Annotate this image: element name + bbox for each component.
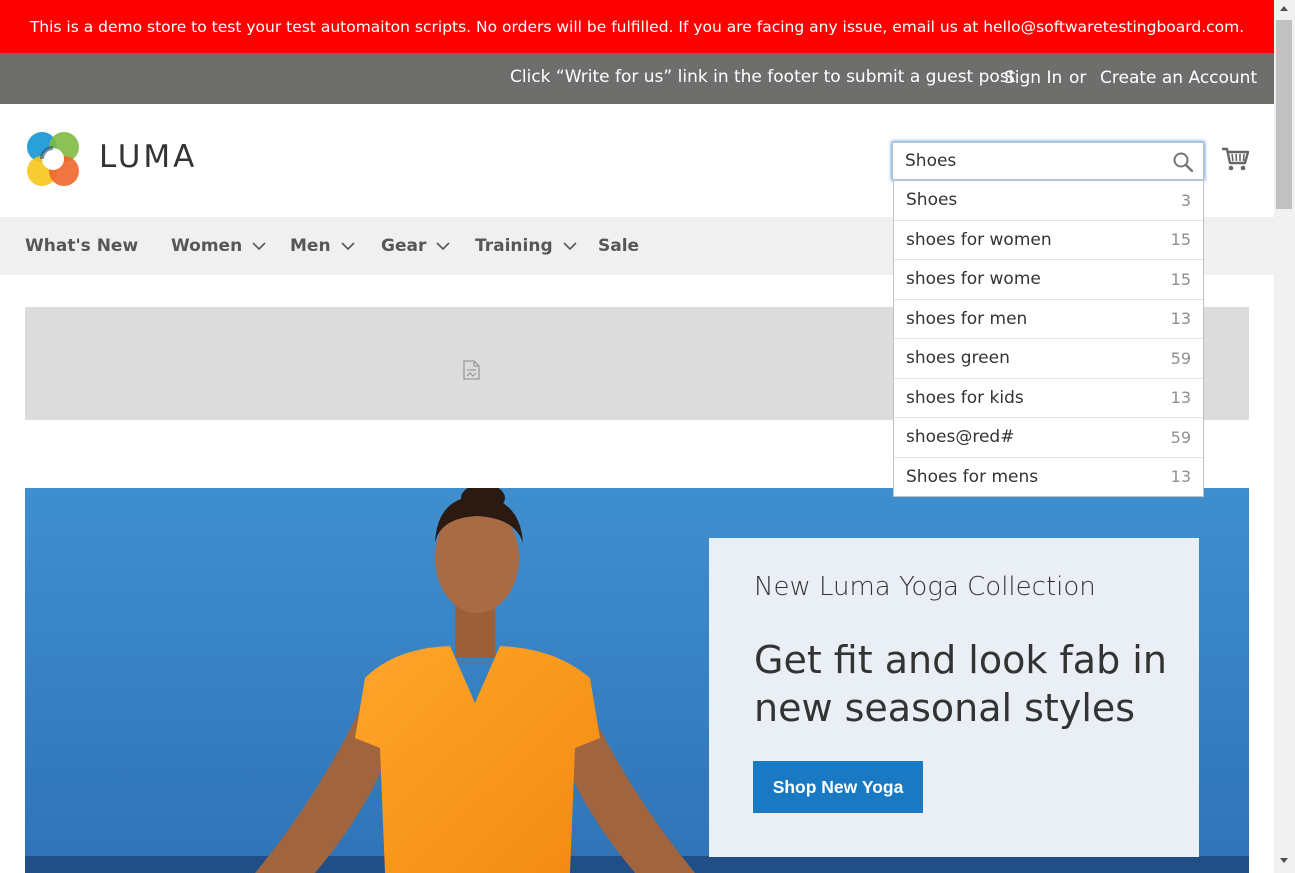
chevron-down-icon [340, 242, 355, 251]
suggestion-count: 15 [1170, 269, 1191, 289]
suggestion-count: 15 [1170, 230, 1191, 250]
suggestion-item[interactable]: Shoes 3 [894, 181, 1203, 221]
suggestion-count: 13 [1170, 388, 1191, 408]
demo-notice-text: This is a demo store to test your test a… [29, 17, 1245, 36]
page-scrollbar[interactable] [1274, 0, 1295, 873]
suggestion-term: shoes for women [906, 229, 1052, 250]
chevron-down-icon [563, 242, 577, 251]
chevron-down-icon [436, 242, 450, 251]
hero-subtitle: New Luma Yoga Collection [754, 572, 1096, 602]
suggestion-count: 13 [1170, 467, 1191, 487]
nav-item-training[interactable]: Training [475, 236, 577, 256]
suggestion-term: Shoes for mens [906, 466, 1039, 487]
suggestion-term: shoes for kids [906, 387, 1024, 408]
nav-item-label: Training [475, 236, 553, 256]
nav-item-label: Women [171, 236, 243, 256]
nav-item-sale[interactable]: Sale [598, 236, 639, 256]
hero-title: Get fit and look fab in new seasonal sty… [754, 638, 1167, 730]
chevron-down-icon [252, 242, 266, 251]
scroll-up-arrow-icon[interactable] [1280, 6, 1288, 11]
suggestion-term: Shoes [906, 190, 958, 211]
broken-image-icon [463, 360, 480, 380]
sign-in-link[interactable]: Sign In [1004, 68, 1062, 88]
create-account-link[interactable]: Create an Account [1100, 68, 1257, 88]
guest-post-message: Click “Write for us” link in the footer … [510, 67, 1016, 87]
search-autocomplete: Shoes 3 shoes for women 15 shoes for wom… [893, 181, 1204, 497]
logo-text: LUMA [99, 139, 198, 175]
suggestion-term: shoes for men [906, 308, 1028, 329]
nav-item-label: What's New [25, 236, 139, 256]
suggestion-term: shoes@red# [906, 427, 1015, 448]
or-text: or [1069, 68, 1087, 88]
hero-banner[interactable]: New Luma Yoga Collection Get fit and loo… [25, 488, 1249, 873]
suggestion-term: shoes for wome [906, 269, 1041, 290]
luma-logo-icon [27, 132, 79, 186]
nav-item-whats-new[interactable]: What's New [25, 236, 138, 256]
nav-item-gear[interactable]: Gear [381, 236, 450, 256]
suggestion-item[interactable]: Shoes for mens 13 [894, 458, 1203, 497]
scroll-down-arrow-icon[interactable] [1280, 858, 1288, 863]
suggestion-item[interactable]: shoes@red# 59 [894, 418, 1203, 458]
suggestion-item[interactable]: shoes green 59 [894, 339, 1203, 379]
nav-item-men[interactable]: Men [290, 236, 355, 256]
nav-item-label: Men [290, 236, 331, 256]
suggestion-item[interactable]: shoes for wome 15 [894, 260, 1203, 300]
suggestion-count: 13 [1170, 309, 1191, 329]
nav-item-women[interactable]: Women [171, 236, 266, 256]
scroll-thumb[interactable] [1276, 20, 1292, 209]
suggestion-term: shoes green [906, 348, 1010, 369]
suggestion-count: 3 [1180, 190, 1191, 210]
hero-promo-panel: New Luma Yoga Collection Get fit and loo… [709, 538, 1199, 857]
suggestion-count: 59 [1170, 348, 1191, 368]
page: This is a demo store to test your test a… [0, 0, 1274, 873]
top-bar: Click “Write for us” link in the footer … [0, 53, 1274, 104]
search-icon[interactable] [1173, 152, 1193, 172]
search-box [892, 142, 1204, 180]
suggestion-item[interactable]: shoes for men 13 [894, 300, 1203, 339]
search-input[interactable] [893, 143, 1175, 179]
suggestion-item[interactable]: shoes for women 15 [894, 221, 1203, 260]
nav-item-label: Gear [381, 236, 427, 256]
nav-item-label: Sale [598, 236, 640, 256]
cart-icon[interactable] [1221, 145, 1249, 173]
suggestion-count: 59 [1170, 427, 1191, 447]
suggestion-item[interactable]: shoes for kids 13 [894, 379, 1203, 418]
demo-notice-banner: This is a demo store to test your test a… [0, 0, 1274, 53]
shop-new-yoga-button[interactable]: Shop New Yoga [753, 761, 923, 813]
